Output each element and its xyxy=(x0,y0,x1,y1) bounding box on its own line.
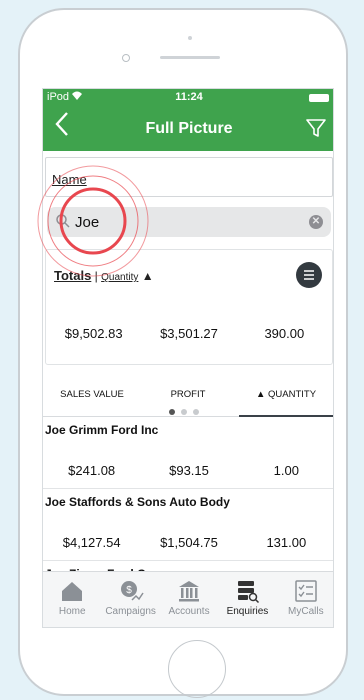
device-speaker xyxy=(160,56,220,59)
search-icon xyxy=(55,213,71,229)
name-field[interactable]: Name xyxy=(45,157,333,197)
tab-profit[interactable]: PROFIT xyxy=(143,389,233,400)
page-title: Full Picture xyxy=(145,120,233,137)
tab-enquiries[interactable]: Enquiries xyxy=(218,572,276,627)
tab-sales-value[interactable]: SALES VALUE xyxy=(47,389,137,400)
active-tab-indicator xyxy=(239,415,333,417)
tab-mycalls[interactable]: MyCalls xyxy=(277,572,333,627)
app-screen: iPod 11:24 Full Picture Name Joe ✕ Total… xyxy=(42,88,334,628)
totals-profit: $3,501.27 xyxy=(160,326,218,341)
row-sales-value: $4,127.54 xyxy=(62,535,121,550)
filter-icon[interactable] xyxy=(305,117,327,139)
list-item[interactable]: Joe Staffords & Sons Auto Body $4,127.54… xyxy=(43,491,333,561)
row-profit: $1,504.75 xyxy=(160,535,218,550)
device-camera xyxy=(122,54,130,62)
sort-arrow-icon: ▲ xyxy=(141,269,154,283)
device-sensor xyxy=(188,36,192,40)
totals-sales-value: $9,502.83 xyxy=(64,326,123,341)
account-name: Joe Staffords & Sons Auto Body xyxy=(45,495,230,509)
page-dot xyxy=(181,409,187,415)
device-home-button[interactable] xyxy=(168,640,226,698)
search-input[interactable]: Joe ✕ xyxy=(47,207,331,237)
row-quantity: 131.00 xyxy=(266,535,307,550)
clear-icon[interactable]: ✕ xyxy=(309,215,323,229)
enquiries-icon xyxy=(238,581,260,604)
status-time: 11:24 xyxy=(175,91,203,103)
tab-label: Enquiries xyxy=(226,606,269,617)
svg-text:$: $ xyxy=(126,585,132,596)
row-quantity: 1.00 xyxy=(273,463,299,478)
search-value: Joe xyxy=(75,214,100,231)
battery-icon xyxy=(309,94,329,102)
totals-label: Totals xyxy=(54,268,92,283)
home-icon xyxy=(62,582,83,601)
tab-label: Accounts xyxy=(168,606,210,617)
tab-label: Home xyxy=(58,606,86,617)
list-menu-button[interactable] xyxy=(296,262,322,288)
tab-home[interactable]: Home xyxy=(43,572,101,627)
navigation-bar: Full Picture xyxy=(43,107,333,151)
bottom-tab-bar: Home $ Campaigns Accounts Enquiries MyCa… xyxy=(43,571,333,627)
tab-label: Campaigns xyxy=(105,606,156,617)
list-item[interactable]: Joe Grimm Ford Inc $241.08 $93.15 1.00 xyxy=(43,419,333,489)
page-dot xyxy=(169,409,175,415)
tab-quantity[interactable]: ▲ QUANTITY xyxy=(241,389,331,400)
tab-label: MyCalls xyxy=(288,606,324,617)
row-values: $4,127.54 $1,504.75 131.00 xyxy=(43,535,333,550)
totals-values: $9,502.83 $3,501.27 390.00 xyxy=(46,326,332,341)
status-bar: iPod 11:24 xyxy=(43,89,333,107)
totals-quantity: 390.00 xyxy=(264,326,305,341)
bank-icon xyxy=(179,581,200,602)
row-profit: $93.15 xyxy=(169,463,209,478)
totals-header: Totals | Quantity ▲ xyxy=(54,268,154,283)
account-name: Joe Grimm Ford Inc xyxy=(45,423,159,437)
tab-campaigns[interactable]: $ Campaigns xyxy=(101,572,159,627)
campaigns-icon: $ xyxy=(120,581,144,601)
totals-sort-label[interactable]: Quantity xyxy=(101,272,138,283)
checklist-icon xyxy=(295,580,317,602)
page-dot xyxy=(193,409,199,415)
search-bar: Joe ✕ xyxy=(43,205,333,239)
row-values: $241.08 $93.15 1.00 xyxy=(43,463,333,478)
page-indicator xyxy=(169,409,199,415)
totals-card: Totals | Quantity ▲ $9,502.83 $3,501.27 … xyxy=(45,249,333,365)
tab-accounts[interactable]: Accounts xyxy=(160,572,218,627)
row-sales-value: $241.08 xyxy=(68,463,116,478)
name-field-label: Name xyxy=(52,172,87,187)
